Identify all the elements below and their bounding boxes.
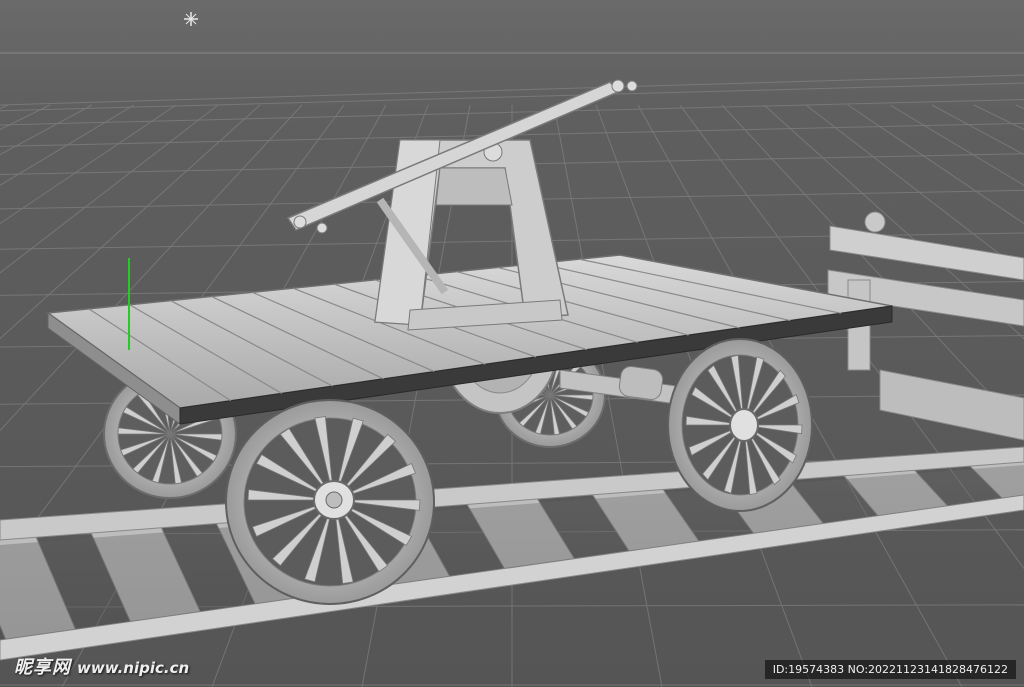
watermark-id: ID:19574383 NO:20221123141828476122 [764,660,1016,679]
3d-viewport[interactable]: 昵享网 www.nipic.cn ID:19574383 NO:202211231… [0,0,1024,687]
watermark-site: www.nipic.cn [77,659,190,677]
light-icon[interactable] [184,12,198,26]
front-wheel-right[interactable] [667,338,813,512]
watermark-brand: 昵享网 www.nipic.cn [14,653,189,679]
viewport-scene[interactable] [0,0,1024,687]
watermark-brand-name: 昵享网 [14,657,71,678]
front-wheel-left[interactable] [225,399,435,605]
